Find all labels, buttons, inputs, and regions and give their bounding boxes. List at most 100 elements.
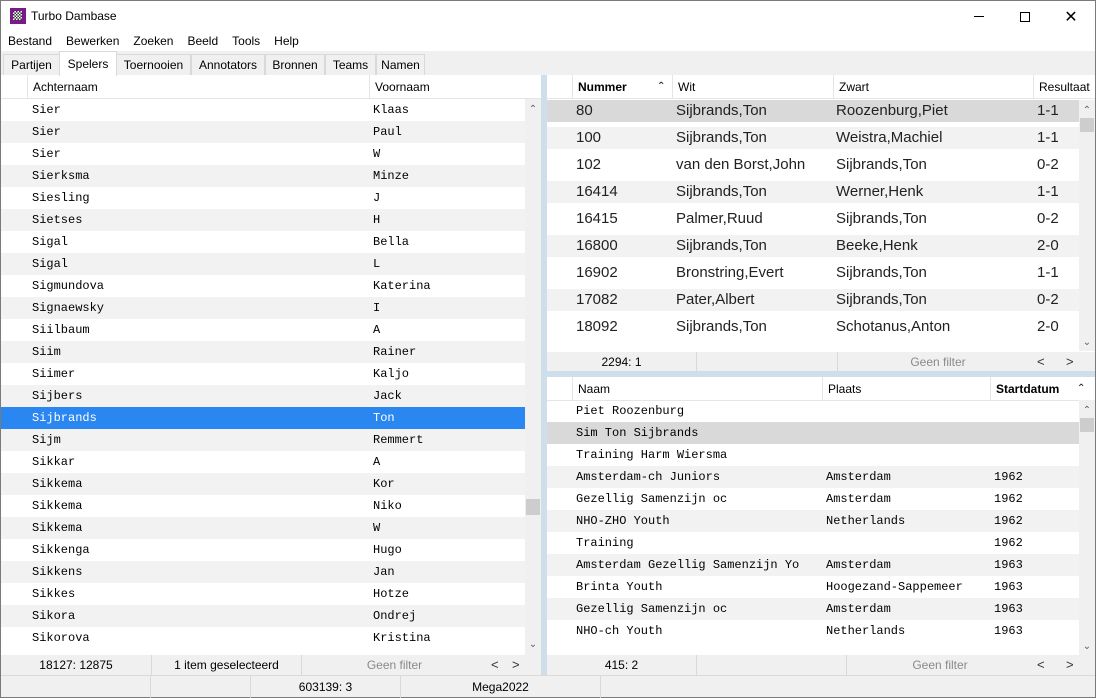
menu-help[interactable]: Help xyxy=(267,32,306,51)
game-row[interactable]: 80 Sijbrands,Ton Roozenburg,Piet 1-1 xyxy=(547,100,1079,122)
player-row[interactable]: Sikora Ondrej xyxy=(1,605,525,627)
player-row[interactable]: Sikkar A xyxy=(1,451,525,473)
cell-wit: Sijbrands,Ton xyxy=(676,102,767,119)
tab-bronnen[interactable]: Bronnen xyxy=(265,54,325,75)
column-header-resultaat[interactable]: Resultaat xyxy=(1034,75,1095,99)
column-header-zwart[interactable]: Zwart xyxy=(834,75,1034,99)
player-row[interactable]: Sigal Bella xyxy=(1,231,525,253)
games-next-icon[interactable]: > xyxy=(1066,352,1074,372)
players-prev-icon[interactable]: < xyxy=(491,655,499,675)
games-filter-status[interactable]: Geen filter xyxy=(838,352,1038,372)
menu-bestand[interactable]: Bestand xyxy=(1,32,59,51)
game-row[interactable]: 100 Sijbrands,Ton Weistra,Machiel 1-1 xyxy=(547,127,1079,149)
game-row[interactable]: 16902 Bronstring,Evert Sijbrands,Ton 1-1 xyxy=(547,262,1079,284)
player-row[interactable]: Sierksma Minze xyxy=(1,165,525,187)
player-row[interactable]: Sikkema W xyxy=(1,517,525,539)
games-prev-icon[interactable]: < xyxy=(1037,352,1045,372)
game-row[interactable]: 102 van den Borst,John Sijbrands,Ton 0-2 xyxy=(547,154,1079,176)
tournaments-next-icon[interactable]: > xyxy=(1066,655,1074,675)
tournaments-filter-status[interactable]: Geen filter xyxy=(847,655,1033,675)
scroll-up-icon[interactable]: ⌃ xyxy=(1079,102,1095,119)
player-row[interactable]: Siilbaum A xyxy=(1,319,525,341)
player-row[interactable]: Sigmundova Katerina xyxy=(1,275,525,297)
player-row[interactable]: Sikkenga Hugo xyxy=(1,539,525,561)
app-status-cell-2 xyxy=(151,676,251,698)
scroll-thumb[interactable] xyxy=(1080,118,1094,132)
tournament-row[interactable]: Gezellig Samenzijn oc Amsterdam 1962 xyxy=(547,488,1079,510)
scroll-down-icon[interactable]: ⌄ xyxy=(525,636,541,653)
menu-bewerken[interactable]: Bewerken xyxy=(59,32,126,51)
tab-toernooien[interactable]: Toernooien xyxy=(116,54,191,75)
column-header-naam[interactable]: Naam xyxy=(573,377,823,401)
tournament-row[interactable]: Brinta Youth Hoogezand-Sappemeer 1963 xyxy=(547,576,1079,598)
scroll-down-icon[interactable]: ⌄ xyxy=(1079,334,1095,351)
game-row[interactable]: 16414 Sijbrands,Ton Werner,Henk 1-1 xyxy=(547,181,1079,203)
player-row[interactable]: Sier Paul xyxy=(1,121,525,143)
player-row[interactable]: Sier W xyxy=(1,143,525,165)
players-next-icon[interactable]: > xyxy=(512,655,520,675)
tournaments-scrollbar[interactable]: ⌃ ⌄ xyxy=(1079,400,1095,655)
tab-spelers[interactable]: Spelers xyxy=(59,51,117,76)
tournament-row[interactable]: Amsterdam-ch Juniors Amsterdam 1962 xyxy=(547,466,1079,488)
player-row[interactable]: Sijbers Jack xyxy=(1,385,525,407)
player-row[interactable]: Sikkema Niko xyxy=(1,495,525,517)
tournament-row[interactable]: NHO-ZHO Youth Netherlands 1962 xyxy=(547,510,1079,532)
player-row[interactable]: Sikkes Hotze xyxy=(1,583,525,605)
tournament-row[interactable]: Sim Ton Sijbrands xyxy=(547,422,1079,444)
tab-teams[interactable]: Teams xyxy=(325,54,376,75)
column-header-plaats[interactable]: Plaats xyxy=(823,377,991,401)
menu-beeld[interactable]: Beeld xyxy=(180,32,225,51)
player-row[interactable]: Sietses H xyxy=(1,209,525,231)
tournaments-grid: Naam Plaats Startdatum ⌃ Piet Roozenburg… xyxy=(547,377,1095,675)
scroll-up-icon[interactable]: ⌃ xyxy=(525,101,541,118)
tournaments-prev-icon[interactable]: < xyxy=(1037,655,1045,675)
tournament-row[interactable]: Gezellig Samenzijn oc Amsterdam 1963 xyxy=(547,598,1079,620)
scroll-thumb[interactable] xyxy=(526,499,540,515)
sort-ascending-icon: ⌃ xyxy=(657,81,666,92)
scroll-down-icon[interactable]: ⌄ xyxy=(1079,638,1095,655)
scroll-up-icon[interactable]: ⌃ xyxy=(1079,402,1095,419)
column-header-wit[interactable]: Wit xyxy=(673,75,834,99)
tournament-row[interactable]: NHO-ch Youth Netherlands 1963 xyxy=(547,620,1079,642)
scroll-thumb[interactable] xyxy=(1080,418,1094,432)
cell-naam: Amsterdam Gezellig Samenzijn Yo xyxy=(576,558,800,572)
minimize-button[interactable] xyxy=(956,1,1002,32)
column-header-voornaam[interactable]: Voornaam xyxy=(370,75,541,99)
player-row[interactable]: Sigal L xyxy=(1,253,525,275)
tab-namen[interactable]: Namen xyxy=(376,54,425,75)
tab-annotators[interactable]: Annotators xyxy=(191,54,265,75)
players-scrollbar[interactable]: ⌃ ⌄ xyxy=(525,99,541,655)
player-row[interactable]: Siim Rainer xyxy=(1,341,525,363)
tournament-row[interactable]: Training Harm Wiersma xyxy=(547,444,1079,466)
tab-partijen[interactable]: Partijen xyxy=(3,54,60,75)
players-filter-status[interactable]: Geen filter xyxy=(302,655,487,675)
tournament-row[interactable]: Training 1962 xyxy=(547,532,1079,554)
game-row[interactable]: 17082 Pater,Albert Sijbrands,Ton 0-2 xyxy=(547,289,1079,311)
game-row[interactable]: 18092 Sijbrands,Ton Schotanus,Anton 2-0 xyxy=(547,316,1079,338)
column-header-achternaam[interactable]: Achternaam xyxy=(28,75,370,99)
player-row[interactable]: Siimer Kaljo xyxy=(1,363,525,385)
sort-ascending-icon: ⌃ xyxy=(1077,383,1086,394)
game-row[interactable]: 16800 Sijbrands,Ton Beeke,Henk 2-0 xyxy=(547,235,1079,257)
player-row[interactable]: Sijbrands Ton xyxy=(1,407,525,429)
game-row[interactable]: 16415 Palmer,Ruud Sijbrands,Ton 0-2 xyxy=(547,208,1079,230)
maximize-button[interactable] xyxy=(1002,1,1048,32)
menu-zoeken[interactable]: Zoeken xyxy=(126,32,180,51)
player-row[interactable]: Sikkens Jan xyxy=(1,561,525,583)
column-header-startdatum[interactable]: Startdatum ⌃ xyxy=(991,377,1095,401)
player-row[interactable]: Sikkema Kor xyxy=(1,473,525,495)
player-row[interactable]: Sijm Remmert xyxy=(1,429,525,451)
player-row[interactable]: Sier Klaas xyxy=(1,99,525,121)
cell-naam: Amsterdam-ch Juniors xyxy=(576,470,721,484)
player-row[interactable]: Siesling J xyxy=(1,187,525,209)
tournament-row[interactable]: Amsterdam Gezellig Samenzijn Yo Amsterdam… xyxy=(547,554,1079,576)
cell-voornaam: Klaas xyxy=(373,103,410,117)
games-scrollbar[interactable]: ⌃ ⌄ xyxy=(1079,100,1095,351)
column-header-nummer[interactable]: Nummer ⌃ xyxy=(573,75,673,99)
close-button[interactable]: ✕ xyxy=(1048,1,1094,32)
cell-voornaam: Katerina xyxy=(373,279,431,293)
menu-tools[interactable]: Tools xyxy=(225,32,267,51)
player-row[interactable]: Sikorova Kristina xyxy=(1,627,525,649)
tournament-row[interactable]: Piet Roozenburg xyxy=(547,400,1079,422)
player-row[interactable]: Signaewsky I xyxy=(1,297,525,319)
